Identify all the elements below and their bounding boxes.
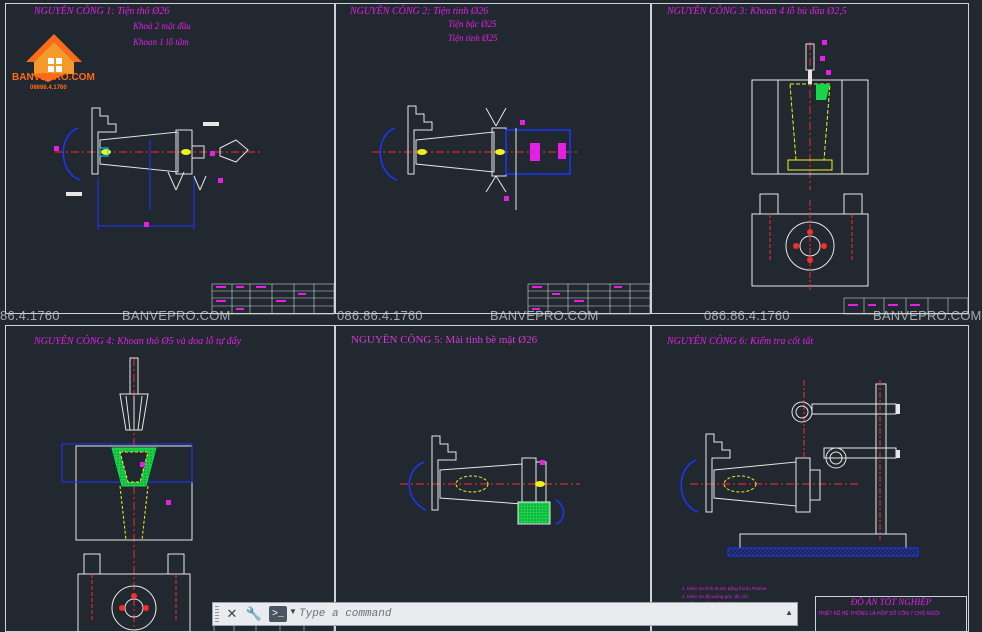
nc4-drawing — [61, 357, 193, 632]
command-prompt-icon[interactable]: >_ — [269, 606, 287, 622]
command-line-bar: ✕ 🔧 >_ ▼ ▲ — [212, 602, 798, 626]
note-line: 1. Kiểm tra kích thước bằng thước Panme — [682, 586, 767, 591]
note-line: 2. Kiểm tra độ vuông góc, độ côn — [682, 593, 749, 599]
chevron-down-icon[interactable]: ▼ — [289, 607, 297, 616]
title-block-subtitle: THIẾT KẾ HỆ THỐNG LÁ HỘP SỐ CÔN 7 CHỖ NG… — [818, 611, 940, 617]
title-block: ĐỒ ÁN TỐT NGHIỆP THIẾT KẾ HỆ THỐNG LÁ HỘ… — [815, 596, 967, 632]
nc6-drawing — [680, 380, 919, 557]
title-block-title: ĐỒ ÁN TỐT NGHIỆP — [850, 597, 932, 607]
chevron-up-icon[interactable]: ▲ — [785, 608, 793, 617]
nc3-drawing — [751, 40, 869, 290]
grip-handle-icon[interactable] — [215, 606, 219, 622]
close-icon[interactable]: ✕ — [223, 605, 241, 623]
nc1-drawing — [54, 107, 260, 230]
nc5-drawing — [400, 435, 580, 525]
wrench-icon[interactable]: 🔧 — [244, 605, 264, 623]
cad-drawings — [54, 40, 969, 632]
command-input[interactable] — [299, 605, 779, 623]
nc2-drawing — [372, 105, 580, 210]
drawing-canvas[interactable]: BANVEPRO.COM 08686.4.1760 NGUYÊN CÔNG 1:… — [0, 0, 982, 632]
